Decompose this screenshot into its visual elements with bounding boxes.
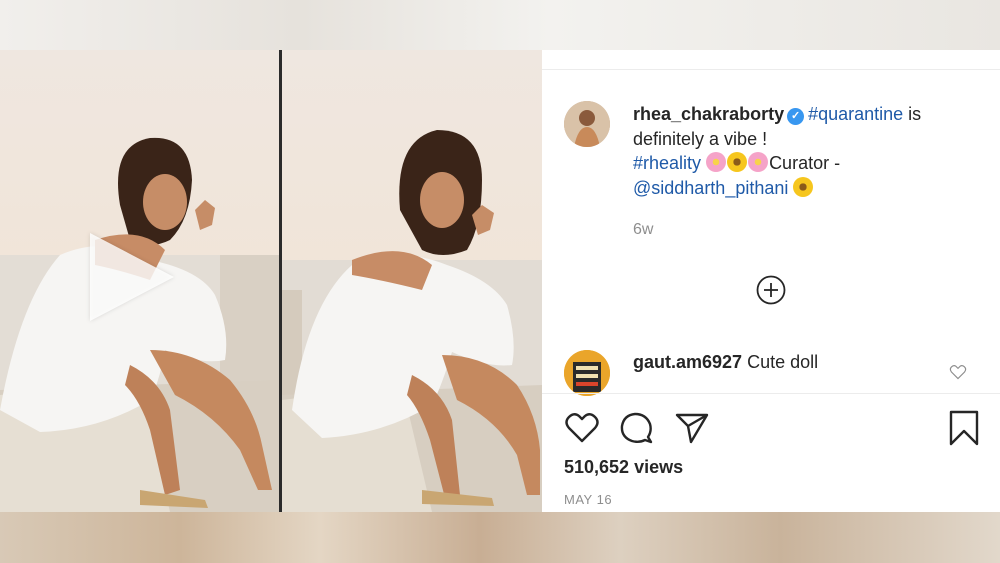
bookmark-icon[interactable] bbox=[948, 410, 980, 446]
comment-item: gaut.am6927 Cute doll bbox=[633, 352, 818, 373]
comment-heart-icon[interactable] bbox=[949, 364, 967, 380]
commenter-avatar[interactable] bbox=[564, 350, 610, 396]
hashtag-quarantine[interactable]: #quarantine bbox=[808, 104, 903, 124]
heart-icon[interactable] bbox=[564, 410, 600, 446]
sunflower-emoji-icon bbox=[793, 176, 814, 197]
plus-circle-icon[interactable] bbox=[756, 275, 786, 305]
verified-badge-icon: ✓ bbox=[787, 108, 805, 125]
mention-siddharth[interactable]: @siddharth_pithani bbox=[633, 178, 788, 198]
flower-emoji-icon bbox=[748, 152, 769, 172]
panel-divider bbox=[542, 69, 1000, 70]
comment-text: Cute doll bbox=[747, 352, 819, 372]
speech-bubble-icon[interactable] bbox=[618, 410, 654, 446]
author-avatar[interactable] bbox=[564, 101, 610, 147]
commenter-avatar-image bbox=[564, 350, 610, 396]
comment-username[interactable]: gaut.am6927 bbox=[633, 352, 742, 372]
post-time-ago[interactable]: 6w bbox=[633, 221, 653, 239]
view-count[interactable]: 510,652 views bbox=[564, 457, 683, 478]
author-avatar-image bbox=[564, 101, 610, 147]
video-frame-left[interactable] bbox=[0, 50, 279, 512]
caption-text-2: Curator - bbox=[769, 153, 841, 173]
author-username[interactable]: rhea_chakraborty bbox=[633, 104, 784, 124]
video-frame-right[interactable] bbox=[282, 50, 542, 512]
post-date: MAY 16 bbox=[564, 492, 613, 507]
post-side-panel: rhea_chakraborty ✓ #quarantine is definite… bbox=[542, 50, 1000, 512]
sunflower-emoji-icon bbox=[727, 152, 748, 172]
post-caption: rhea_chakraborty ✓ #quarantine is definite… bbox=[633, 102, 983, 200]
actions-divider bbox=[542, 393, 1000, 394]
flower-emoji-icon bbox=[706, 152, 727, 172]
play-icon[interactable] bbox=[90, 233, 174, 321]
background-bottom bbox=[0, 512, 1000, 563]
photo-scene-right bbox=[282, 50, 542, 512]
post-media[interactable] bbox=[0, 50, 542, 512]
hashtag-rheality[interactable]: #rheality bbox=[633, 153, 701, 173]
background-top bbox=[0, 0, 1000, 50]
paper-plane-icon[interactable] bbox=[674, 410, 710, 446]
